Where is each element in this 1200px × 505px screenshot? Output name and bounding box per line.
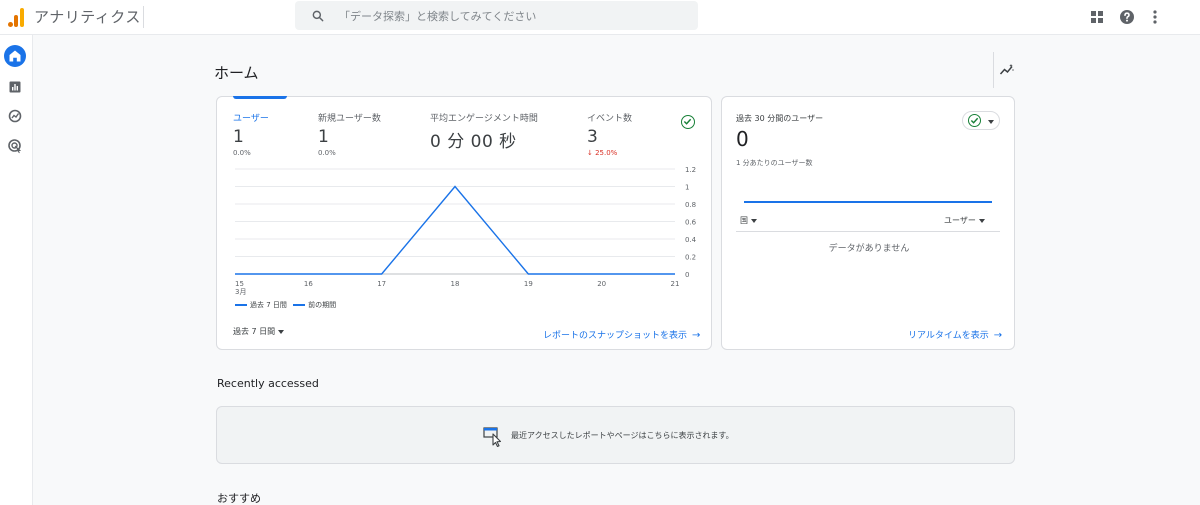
date-range-dropdown[interactable]: 過去 7 日間 — [233, 326, 285, 337]
target-icon — [8, 139, 22, 154]
x-tick-label: 19 — [524, 280, 533, 288]
users-per-minute-sparkline — [744, 201, 992, 203]
active-tab-indicator — [233, 96, 287, 99]
view-snapshot-label: レポートのスナップショットを表示 — [543, 331, 688, 341]
help-icon[interactable] — [1119, 9, 1135, 25]
x-tick-sublabel: 3月 — [235, 288, 246, 296]
legend-swatch-solid — [235, 304, 247, 306]
users-column-label: ユーザー — [944, 216, 976, 225]
check-circle-icon — [968, 114, 981, 127]
realtime-label: 過去 30 分間のユーザー — [736, 114, 824, 123]
recently-accessed-message: 最近アクセスしたレポートやページはこちらに表示されます。 — [511, 431, 734, 440]
explore-icon — [8, 109, 22, 123]
users-trend-chart: 0 0.2 0.4 0.6 0.8 1 1.2 15 16 17 18 19 20 21 3月 — [235, 166, 697, 296]
more-vert-icon[interactable] — [1147, 9, 1163, 25]
realtime-sublabel: 1 分あたりのユーザー数 — [736, 159, 813, 167]
table-divider — [736, 231, 1000, 232]
users-column-dropdown[interactable]: ユーザー — [944, 215, 985, 226]
left-nav — [0, 35, 33, 505]
check-circle-icon[interactable] — [681, 115, 695, 129]
metric-delta: 0.0% — [318, 149, 336, 157]
apps-grid-icon[interactable] — [1089, 9, 1105, 25]
metric-delta: 0.0% — [233, 149, 251, 157]
view-realtime-label: リアルタイムを表示 — [908, 331, 989, 341]
home-icon — [9, 50, 21, 62]
view-snapshot-link[interactable]: レポートのスナップショットを表示 → — [543, 328, 700, 341]
search-icon — [312, 10, 324, 22]
chart-legend: 過去 7 日間 前の期間 — [235, 300, 336, 310]
recently-accessed-empty: 最近アクセスしたレポートやページはこちらに表示されます。 — [216, 406, 1015, 464]
x-tick-label: 21 — [671, 280, 680, 288]
metric-delta: ↓ 25.0% — [587, 149, 632, 157]
top-app-bar: アナリティクス 「データ探索」と検索してみてください — [0, 0, 1200, 35]
y-tick-label: 0 — [685, 271, 689, 279]
legend-swatch-dashed — [293, 304, 306, 306]
legend-previous: 前の期間 — [308, 301, 337, 309]
y-tick-label: 0.2 — [685, 254, 696, 262]
series-line — [235, 185, 675, 275]
bar-chart-icon — [9, 81, 21, 93]
search-placeholder: 「データ探索」と検索してみてください — [339, 10, 537, 23]
metric-tab-new-users[interactable]: 新規ユーザー数 1 0.0% — [318, 111, 381, 157]
metric-value: 1 — [233, 127, 244, 147]
caret-down-icon — [988, 120, 994, 124]
metric-label: 平均エンゲージメント時間 — [430, 114, 538, 124]
legend-current: 過去 7 日間 — [250, 301, 287, 309]
y-tick-label: 1 — [685, 184, 689, 192]
app-title[interactable]: アナリティクス — [34, 6, 141, 27]
y-tick-label: 0.8 — [685, 201, 696, 209]
analytics-logo[interactable] — [8, 7, 26, 27]
cursor-click-icon — [483, 427, 502, 447]
metric-label: イベント数 — [587, 114, 633, 124]
metric-value: 0 分 00 秒 — [430, 132, 517, 152]
caret-down-icon — [978, 218, 985, 223]
x-tick-label: 17 — [377, 280, 386, 288]
recommended-title: おすすめ — [217, 492, 261, 505]
caret-down-icon — [751, 218, 757, 223]
arrow-down-icon: ↓ — [587, 149, 596, 157]
title-divider — [143, 6, 144, 28]
y-tick-label: 1.2 — [685, 166, 696, 174]
realtime-card: 過去 30 分間のユーザー 0 1 分あたりのユーザー数 国 ユーザー データが… — [721, 96, 1015, 350]
caret-down-icon — [278, 329, 285, 334]
metric-label: 新規ユーザー数 — [318, 114, 381, 124]
nav-reports[interactable] — [4, 76, 26, 98]
header-divider — [993, 52, 994, 88]
date-range-label: 過去 7 日間 — [233, 327, 276, 336]
page-title: ホーム — [214, 64, 259, 82]
arrow-right-icon: → — [993, 330, 1003, 341]
x-tick-label: 16 — [304, 280, 313, 288]
view-realtime-link[interactable]: リアルタイムを表示 → — [908, 328, 1002, 341]
nav-advertising[interactable] — [4, 135, 26, 157]
metric-tab-engagement-time[interactable]: 平均エンゲージメント時間 0 分 00 秒 — [430, 111, 538, 152]
nav-explore[interactable] — [4, 105, 26, 127]
metric-tab-event-count[interactable]: イベント数 3 ↓ 25.0% — [587, 111, 632, 157]
recently-accessed-title: Recently accessed — [217, 377, 319, 390]
nav-home[interactable] — [4, 45, 26, 67]
metric-value: 3 — [587, 127, 598, 147]
y-tick-label: 0.6 — [685, 219, 697, 227]
country-column-label: 国 — [740, 216, 748, 225]
search-bar[interactable]: 「データ探索」と検索してみてください — [295, 1, 698, 30]
metric-delta-value: 25.0% — [595, 149, 618, 157]
x-tick-label: 20 — [597, 280, 606, 288]
realtime-empty-state: データがありません — [828, 244, 910, 254]
y-tick-label: 0.4 — [685, 236, 697, 244]
realtime-value: 0 — [736, 127, 749, 151]
overview-card: ユーザー 1 0.0% 新規ユーザー数 1 0.0% 平均エンゲージメント時間 … — [216, 96, 712, 350]
metric-tab-users[interactable]: ユーザー 1 0.0% — [233, 111, 269, 157]
realtime-status-dropdown[interactable] — [962, 111, 1000, 130]
x-tick-label: 18 — [451, 280, 460, 288]
metric-label: ユーザー — [233, 114, 269, 124]
metric-value: 1 — [318, 127, 329, 147]
arrow-right-icon: → — [692, 330, 701, 341]
insights-icon[interactable] — [999, 62, 1015, 78]
country-column-dropdown[interactable]: 国 — [740, 215, 757, 226]
x-tick-label: 15 — [235, 280, 244, 288]
